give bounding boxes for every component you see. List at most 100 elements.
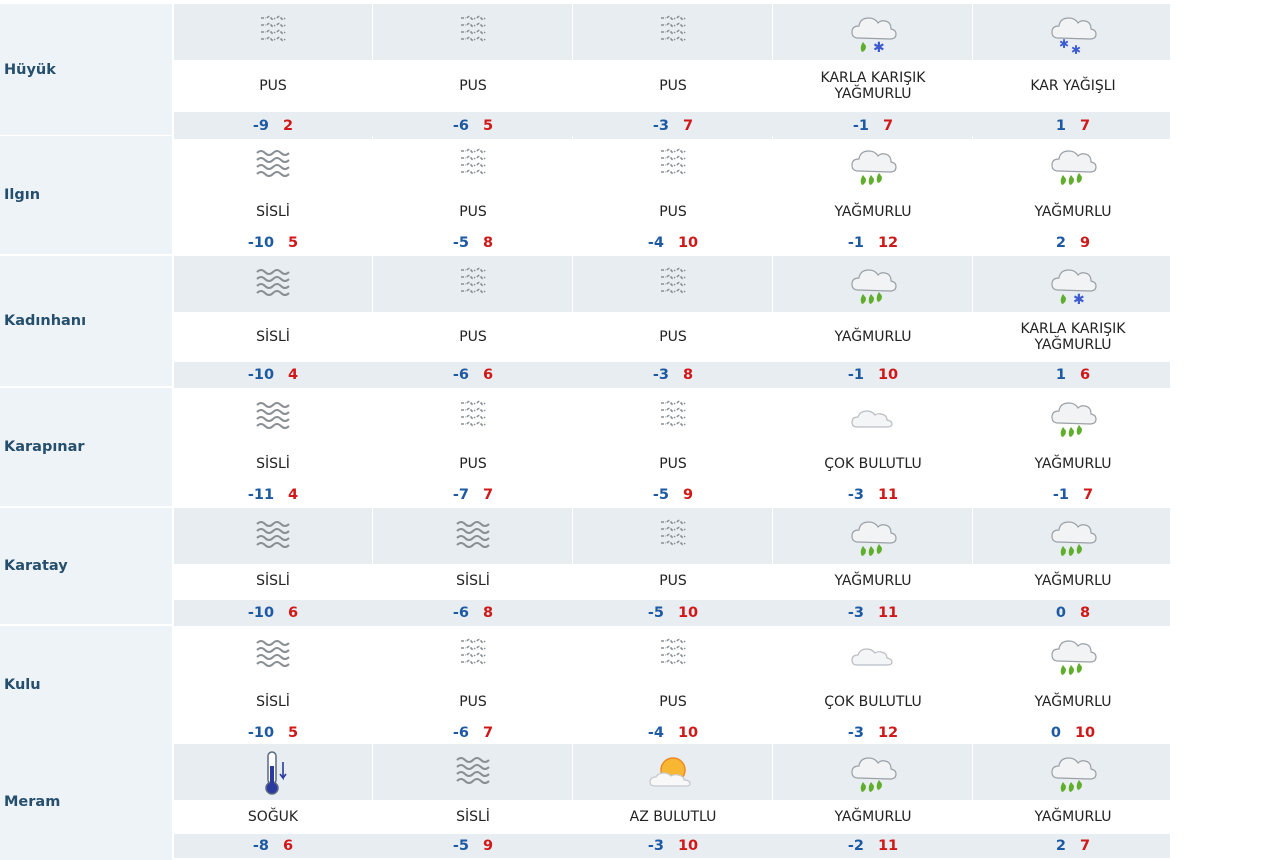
location-row: Kadınhanı ✱ -10 4 -6 6 -3 8 -1 10 1 6 SİSLİ PUS PUS YAĞ… (0, 256, 1170, 388)
location-name[interactable]: Kulu (0, 626, 172, 744)
condition-label: PUS (574, 446, 772, 482)
condition-text: PUS (459, 694, 487, 710)
low-temperature: -3 (847, 725, 864, 741)
temperature-cell: -1 10 (774, 362, 972, 388)
fog-haze-icon (261, 15, 286, 42)
condition-label: KAR YAĞIŞLI (974, 62, 1172, 110)
weather-icon-cell (774, 508, 973, 564)
high-temperature: 7 (683, 117, 694, 134)
condition-text: PUS (459, 204, 487, 220)
thermometer-cold-icon (265, 751, 287, 795)
high-temperature: 10 (677, 235, 699, 251)
low-temperature: -5 (452, 838, 469, 854)
rain-icon (851, 150, 897, 185)
location-name[interactable]: Ilgın (0, 136, 172, 254)
condition-text: KAR YAĞIŞLI (1030, 78, 1116, 94)
condition-label: YAĞMURLU (774, 802, 972, 832)
temperature-cell: -3 12 (774, 722, 972, 744)
condition-text: SİSLİ (256, 329, 290, 345)
svg-text:✱: ✱ (1059, 37, 1069, 51)
fog-haze-icon (461, 400, 486, 427)
condition-text: AZ BULUTLU (629, 809, 717, 825)
high-temperature: 10 (877, 367, 899, 383)
location-name[interactable]: Kadınhanı (0, 256, 172, 386)
condition-text: YAĞMURLU (834, 329, 912, 345)
low-temperature: -6 (452, 605, 469, 621)
condition-text: SİSLİ (256, 456, 290, 472)
fog-haze-icon (661, 267, 686, 294)
condition-label: SİSLİ (374, 566, 572, 596)
location-name[interactable]: Karapınar (0, 388, 172, 506)
low-temperature: -3 (647, 838, 664, 854)
low-temperature: -6 (452, 367, 469, 383)
condition-text: SİSLİ (256, 204, 290, 220)
condition-text: YAĞMURLU (834, 809, 912, 825)
temperature-cell: 29 (974, 232, 1172, 254)
condition-label: AZ BULUTLU (574, 802, 772, 832)
temperature-cell: -5 9 (374, 834, 572, 858)
condition-text: PUS (259, 78, 287, 94)
location-name[interactable]: Hüyük (0, 4, 172, 135)
condition-label: SİSLİ (174, 446, 372, 482)
low-temperature: -5 (452, 235, 469, 251)
weather-icon-cell (974, 388, 1172, 446)
low-temperature: -4 (647, 725, 664, 741)
temperature-band: -10 5 -6 7 -4 10 -3 12 0 10 (174, 722, 1170, 744)
fog-waves-icon (456, 757, 490, 784)
condition-text: PUS (459, 456, 487, 472)
condition-text: YAĞMURLU (1034, 204, 1112, 220)
low-temperature: 0 (1055, 605, 1066, 621)
condition-text: YAĞMURLU (834, 204, 912, 220)
svg-text:✱: ✱ (1071, 43, 1081, 57)
high-temperature: 9 (683, 487, 694, 503)
weather-icon-cell (774, 388, 973, 446)
condition-text: YAĞMURLU (1034, 456, 1112, 472)
high-temperature: 2 (283, 117, 294, 134)
temperature-cell: -8 6 (174, 834, 372, 858)
high-temperature: 7 (483, 725, 494, 741)
rain-icon (1051, 757, 1097, 792)
condition-text: PUS (659, 456, 687, 472)
low-temperature: -3 (652, 367, 669, 383)
condition-label: PUS (174, 62, 372, 110)
high-temperature: 10 (677, 838, 699, 854)
weather-icon-cell (974, 508, 1172, 564)
temperature-cell: -9 2 (174, 112, 372, 139)
low-temperature: -5 (647, 605, 664, 621)
temperature-cell: -11 4 (174, 484, 372, 506)
low-temperature: -8 (252, 838, 269, 854)
fog-waves-icon (456, 521, 490, 548)
icon-band (174, 626, 1170, 684)
high-temperature: 8 (483, 605, 494, 621)
temperature-cell: -6 6 (374, 362, 572, 388)
icon-band (174, 744, 1170, 800)
low-temperature: 1 (1055, 117, 1066, 134)
weather-icon-cell (974, 626, 1172, 684)
high-temperature: 7 (1080, 838, 1091, 854)
temperature-cell: -3 7 (574, 112, 772, 139)
high-temperature: 11 (877, 605, 899, 621)
low-temperature: -3 (847, 605, 864, 621)
condition-label: YAĞMURLU (974, 446, 1172, 482)
low-temperature: -3 (652, 117, 669, 134)
condition-label: SİSLİ (174, 684, 372, 720)
weather-icon-cell (574, 4, 773, 60)
low-temperature: -1 (1052, 487, 1069, 503)
temperature-cell: -3 10 (574, 834, 772, 858)
temperature-cell: -10 5 (174, 232, 372, 254)
fog-waves-icon (256, 269, 290, 296)
weather-icon-cell (574, 388, 773, 446)
condition-text: YAĞMURLU (1034, 809, 1112, 825)
temperature-cell: -5 10 (574, 600, 772, 626)
high-temperature: 12 (877, 725, 899, 741)
condition-label: SİSLİ (174, 566, 372, 596)
temperature-cell: -4 10 (574, 722, 772, 744)
location-name[interactable]: Meram (0, 744, 172, 860)
low-temperature: -10 (247, 605, 275, 621)
high-temperature: 6 (1080, 367, 1091, 383)
fog-waves-icon (256, 521, 290, 548)
weather-icon-cell (774, 256, 973, 312)
rain-icon (851, 757, 897, 792)
location-name[interactable]: Karatay (0, 508, 172, 624)
condition-label: PUS (374, 446, 572, 482)
